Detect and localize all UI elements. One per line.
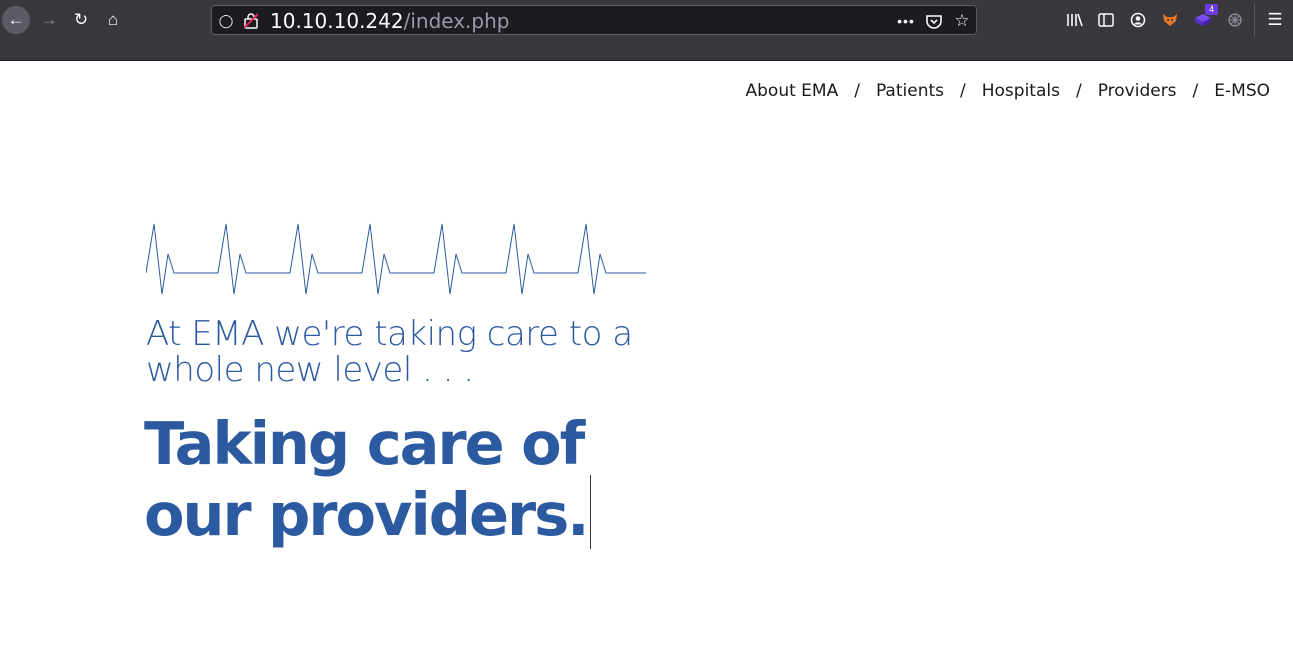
hero-headline: Taking care of our providers. (144, 412, 664, 549)
heartbeat-line-graphic (146, 223, 646, 295)
reload-icon[interactable]: ↻ (67, 6, 95, 34)
hero-headline-line-1: Taking care of (144, 409, 585, 478)
url-host: 10.10.10.242 (270, 9, 404, 33)
extension-badge: 4 (1205, 4, 1218, 15)
more-actions-icon[interactable]: ••• (896, 11, 916, 31)
hero-headline-line-2-text: our providers. (144, 480, 590, 549)
library-icon[interactable] (1064, 9, 1086, 31)
nav-hospitals[interactable]: Hospitals (982, 81, 1060, 101)
home-icon[interactable]: ⌂ (99, 6, 127, 34)
nav-separator: / (960, 81, 966, 101)
nav-about-ema[interactable]: About EMA (746, 81, 839, 101)
url-path: /index.php (403, 9, 510, 33)
extension-network-icon[interactable] (1224, 9, 1246, 31)
sidebar-icon[interactable] (1095, 9, 1117, 31)
main-nav: About EMA / Patients / Hospitals / Provi… (746, 78, 1271, 104)
url-text[interactable]: 10.10.10.242/index.php (270, 9, 509, 33)
nav-patients[interactable]: Patients (876, 81, 944, 101)
nav-e-mso[interactable]: E-MSO (1214, 81, 1270, 101)
hero-tagline: At EMA we're taking care to a whole new … (146, 314, 633, 390)
account-icon[interactable] (1127, 9, 1149, 31)
nav-separator: / (1075, 81, 1082, 101)
hamburger-menu-icon[interactable]: ☰ (1264, 9, 1286, 31)
nav-separator: / (1192, 81, 1199, 101)
shield-icon[interactable]: ◯ (217, 12, 235, 30)
hero-headline-line-2: our providers. (144, 475, 664, 549)
toolbar-divider (1254, 4, 1255, 36)
pocket-icon[interactable] (924, 11, 944, 31)
insecure-lock-icon[interactable] (242, 12, 260, 30)
url-bar[interactable]: ◯ 10.10.10.242/index.php ••• ☆ (211, 5, 977, 35)
forward-arrow-icon[interactable]: → (35, 6, 63, 34)
typing-cursor (589, 475, 591, 549)
nav-providers[interactable]: Providers (1098, 81, 1177, 101)
bookmark-star-icon[interactable]: ☆ (952, 11, 972, 31)
nav-separator: / (854, 81, 860, 101)
back-arrow-icon[interactable]: ← (2, 6, 30, 34)
extension-fox-icon[interactable] (1159, 9, 1181, 31)
browser-toolbar: ← → ↻ ⌂ ◯ 10.10.10.242/index.php ••• ☆ 4… (0, 0, 1293, 61)
